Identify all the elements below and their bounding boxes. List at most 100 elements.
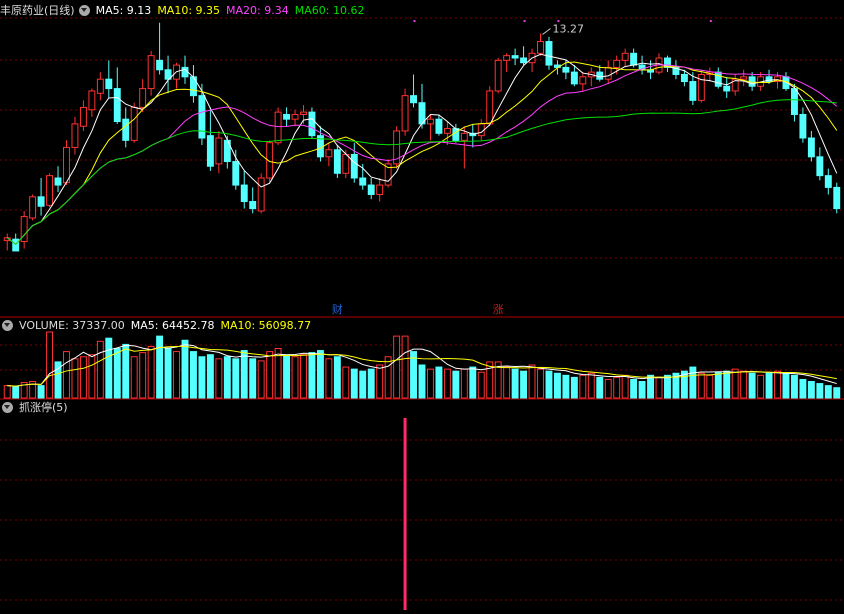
volume-bar	[486, 361, 494, 399]
candle-body	[79, 106, 87, 127]
volume-bar	[604, 378, 612, 399]
volume-bar	[156, 335, 164, 399]
volume-bar	[223, 356, 231, 399]
volume-bar	[342, 366, 350, 399]
candle-body	[511, 55, 519, 59]
candle-body	[325, 149, 333, 158]
volume-bar	[300, 354, 307, 399]
event-tag: 财	[332, 302, 343, 316]
volume-bar	[427, 368, 434, 399]
candlestick-series	[3, 22, 841, 252]
volume-bar	[257, 360, 265, 399]
volume-bar	[621, 374, 629, 399]
candle-body	[477, 123, 485, 137]
volume-bar	[147, 345, 155, 399]
volume-bar	[393, 335, 401, 399]
volume-bar	[587, 372, 595, 399]
volume-bar	[807, 381, 815, 399]
candle-body	[342, 153, 350, 174]
indicator-title: 抓涨停(5)	[19, 401, 68, 414]
volume-bar	[122, 343, 130, 399]
volume-bar	[401, 335, 409, 399]
candle-body	[350, 153, 358, 179]
volume-bar	[689, 366, 697, 399]
volume-bar	[790, 374, 798, 399]
volume-bar	[469, 366, 477, 399]
volume-legend: VOLUME: 37337.00	[19, 319, 125, 332]
volume-bar	[630, 378, 638, 399]
volume-panel-header: VOLUME: 37337.00 MA5: 64452.78 MA10: 56098…	[0, 319, 317, 333]
stock-chart-canvas: 13.27 财 涨	[0, 17, 844, 610]
volume-bar	[88, 354, 96, 399]
volume-bar	[748, 372, 756, 399]
candle-body	[249, 201, 257, 210]
volume-bar	[816, 383, 824, 399]
candle-body	[96, 78, 104, 94]
volume-bar	[46, 331, 54, 399]
top-dot-marker	[413, 20, 416, 22]
candle-body	[630, 52, 638, 66]
ma10-legend: MA10: 9.35	[157, 4, 221, 17]
volume-bar	[477, 371, 485, 399]
moving-average-lines	[6, 53, 838, 246]
volume-bar	[799, 378, 807, 399]
volume-bar	[774, 370, 781, 399]
candle-body	[308, 111, 316, 137]
candle-body	[291, 113, 299, 120]
candle-body	[257, 177, 265, 212]
candle-body	[520, 57, 528, 64]
volume-bar	[249, 358, 257, 399]
candle-body	[122, 118, 130, 141]
candle-body	[29, 196, 37, 219]
volume-bar	[350, 368, 358, 399]
volume-bar	[105, 337, 113, 399]
candle-body	[799, 113, 807, 139]
candle-body	[156, 59, 164, 71]
candle-body	[147, 55, 155, 90]
candle-body	[300, 111, 307, 115]
volume-bar	[130, 356, 138, 399]
candle-body	[113, 88, 121, 123]
ma5-line	[6, 53, 838, 246]
candle-body	[105, 78, 113, 90]
volume-bar	[570, 376, 578, 399]
volume-bar	[206, 354, 214, 399]
volume-bar	[731, 368, 739, 399]
high-price-label: 13.27	[553, 23, 585, 36]
panel-menu-icon[interactable]	[78, 5, 90, 16]
candle-body	[537, 41, 544, 54]
volume-bar	[181, 339, 189, 399]
volume-bar	[3, 385, 11, 399]
candle-body	[579, 76, 587, 85]
indicator-menu-icon[interactable]	[2, 402, 13, 413]
volume-bar	[460, 368, 468, 399]
candle-body	[401, 95, 409, 132]
main-panel-header: 丰原药业(日线) MA5: 9.13 MA10: 9.35 MA20: 9.34 MA6…	[0, 4, 370, 18]
candle-body	[206, 135, 214, 167]
candle-body	[46, 175, 54, 206]
volume-bar	[537, 368, 544, 399]
top-dot-marker	[709, 20, 712, 22]
candle-body	[443, 128, 451, 134]
candle-body	[680, 73, 688, 83]
candle-body	[12, 238, 20, 252]
ma20-legend: MA20: 9.34	[226, 4, 289, 17]
volume-bar	[189, 351, 197, 399]
volume-bar	[79, 356, 87, 399]
candle-body	[240, 184, 248, 203]
candle-body	[545, 41, 553, 66]
volume-bar	[316, 350, 324, 399]
volume-bar	[376, 364, 384, 399]
volume-bar	[503, 366, 511, 399]
volume-bar	[562, 374, 570, 399]
top-dot-marker	[557, 20, 560, 22]
volume-bar	[71, 358, 79, 399]
volume-menu-icon[interactable]	[2, 320, 13, 331]
volume-bar	[283, 354, 291, 399]
volume-bar	[638, 381, 646, 399]
volume-bars	[3, 331, 841, 399]
volume-bar	[833, 387, 841, 399]
volume-bar	[308, 352, 316, 399]
volume-bar	[164, 348, 172, 399]
volume-bar	[367, 368, 375, 399]
